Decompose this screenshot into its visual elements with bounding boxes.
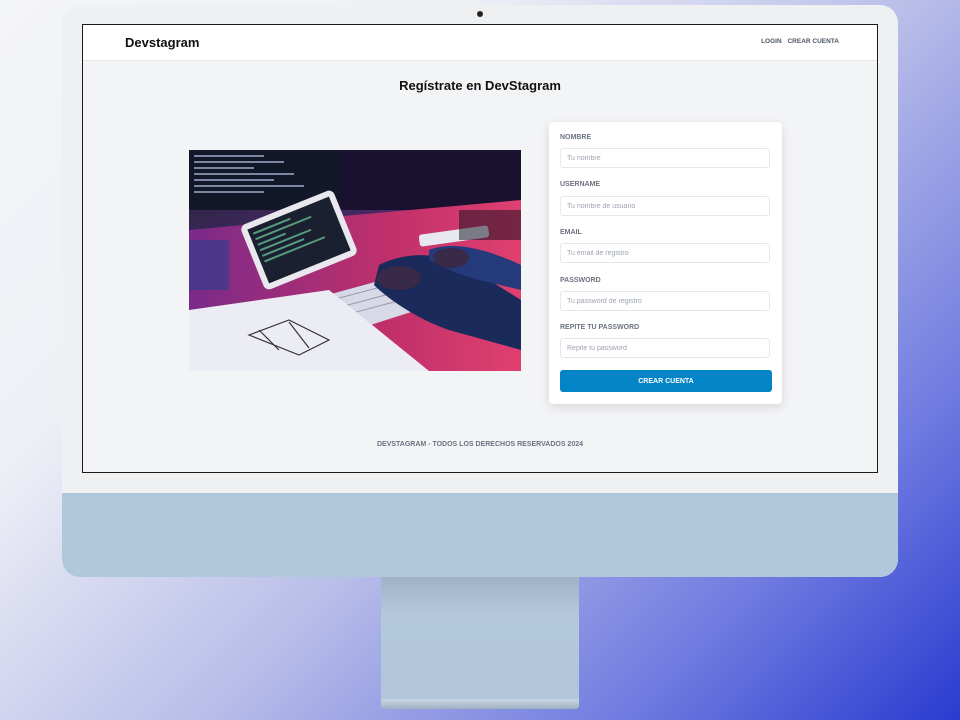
nombre-input[interactable] <box>560 148 770 168</box>
brand-logo[interactable]: Devstagram <box>125 35 199 50</box>
password-input[interactable] <box>560 291 770 311</box>
footer-copyright: DEVSTAGRAM - TODOS LOS DERECHOS RESERVAD… <box>376 441 584 448</box>
browser-viewport: Devstagram LOGIN CREAR CUENTA Regístrate… <box>82 24 878 473</box>
monitor-stand-base <box>381 699 579 709</box>
email-input[interactable] <box>560 243 770 263</box>
hero-image-illustration <box>189 150 521 371</box>
nombre-label: Nombre <box>560 134 592 141</box>
username-label: Username <box>560 181 601 188</box>
email-label: Email <box>560 229 582 236</box>
password-confirm-label: Repite tu password <box>560 324 640 331</box>
webcam-dot <box>477 11 483 17</box>
register-form: Nombre Username Email Password Repite tu… <box>549 122 782 404</box>
top-navbar: Devstagram LOGIN CREAR CUENTA <box>83 25 877 61</box>
hero-image <box>189 150 521 371</box>
create-account-button[interactable]: Crear Cuenta <box>560 370 772 392</box>
monitor-chin <box>62 493 898 577</box>
page-title: Regístrate en DevStagram <box>399 78 561 93</box>
nav-register-link[interactable]: CREAR CUENTA <box>787 38 839 45</box>
nav-links: LOGIN CREAR CUENTA <box>757 38 839 45</box>
username-input[interactable] <box>560 196 770 216</box>
password-confirm-input[interactable] <box>560 338 770 358</box>
password-label: Password <box>560 277 601 284</box>
nav-login-link[interactable]: LOGIN <box>761 38 782 45</box>
monitor-stand <box>381 577 579 699</box>
